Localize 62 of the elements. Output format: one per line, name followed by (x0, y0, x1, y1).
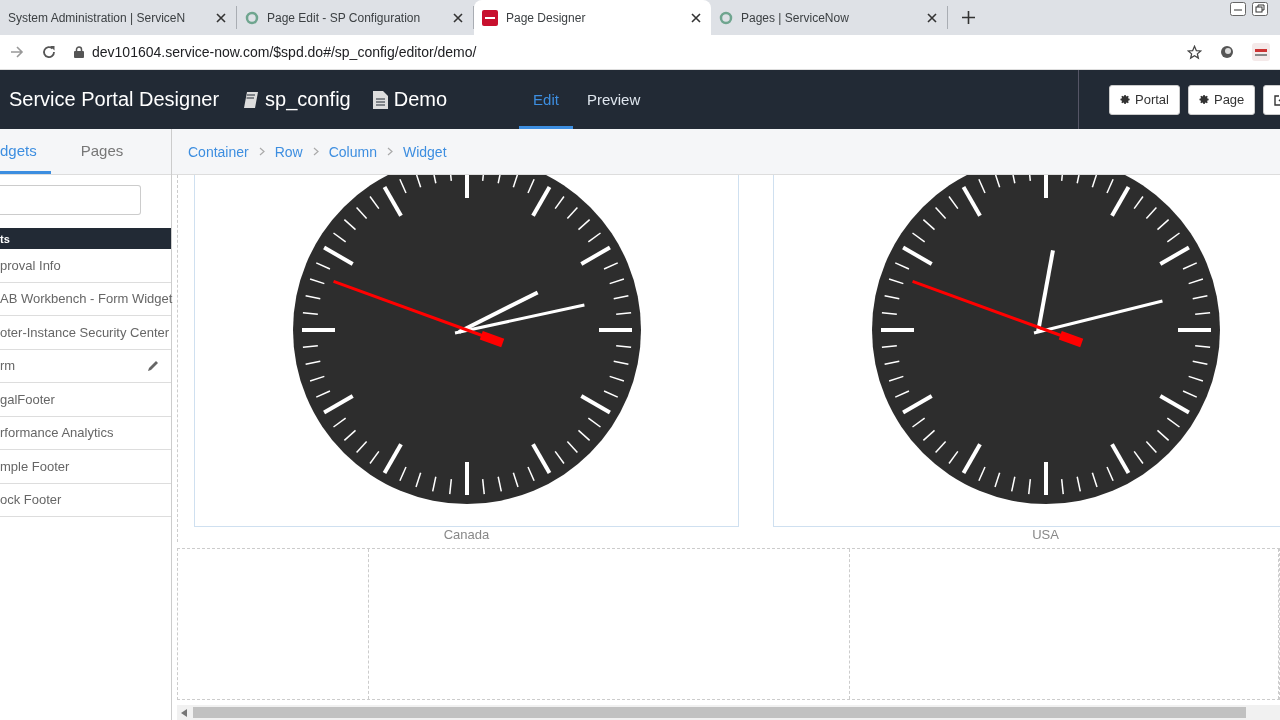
widget-card[interactable] (194, 175, 739, 527)
widget-list-item[interactable]: galFooter (0, 383, 171, 417)
gear-icon (1120, 94, 1131, 105)
portal-link[interactable]: sp_config (243, 88, 351, 111)
chevron-icon (386, 147, 393, 156)
page-link[interactable]: Demo (372, 88, 448, 111)
forward-icon[interactable] (10, 45, 24, 59)
sidebar-tab[interactable]: dgets (0, 129, 51, 174)
reload-icon[interactable] (42, 45, 56, 59)
breadcrumb-link[interactable]: Widget (402, 143, 447, 160)
settings-button[interactable]: Portal (1109, 84, 1180, 115)
widget-card[interactable] (773, 175, 1280, 527)
browser-tab[interactable]: System Administration | ServiceN (0, 6, 237, 29)
minimize-icon[interactable] (1230, 2, 1246, 16)
widget-name: AB Workbench - Form Widget (0, 291, 173, 307)
scroll-left-icon[interactable] (181, 708, 187, 717)
clock-label: Canada (443, 527, 490, 542)
widget-list-item[interactable]: rformance Analytics (0, 416, 171, 450)
widget-name: proval Info (0, 257, 61, 273)
browser-tab[interactable]: Pages | ServiceNow (711, 6, 948, 29)
browser-tab[interactable]: Page Designer (474, 0, 711, 35)
sidebar-tab[interactable]: Pages (66, 129, 138, 174)
settings-button[interactable]: Page (1187, 84, 1256, 115)
widget-name: ock Footer (0, 492, 62, 508)
widget-list-item[interactable]: ock Footer (0, 483, 171, 517)
close-icon[interactable] (453, 12, 463, 23)
extension-icon[interactable] (1220, 45, 1234, 59)
widget-name: galFooter (0, 391, 55, 407)
widget-name: oter-Instance Security Center (0, 324, 170, 340)
widget-list-item[interactable]: mple Footer (0, 450, 171, 484)
extension-icon[interactable] (1252, 43, 1270, 61)
close-icon[interactable] (216, 12, 226, 23)
widget-name: rm (0, 358, 16, 374)
mode-tab[interactable]: Preview (572, 70, 655, 129)
close-icon[interactable] (691, 12, 701, 23)
lock-icon (74, 46, 84, 58)
widget-name: mple Footer (0, 458, 70, 474)
breadcrumb-link[interactable]: Row (274, 143, 303, 160)
clock-label: USA (1032, 527, 1059, 542)
widget-list-item[interactable]: AB Workbench - Form Widget (0, 282, 171, 316)
logo-icon (482, 9, 498, 26)
search-field[interactable] (0, 185, 141, 215)
widget-list-item[interactable]: proval Info (0, 249, 171, 283)
document-icon (372, 90, 388, 109)
star-icon[interactable] (1187, 44, 1202, 60)
scrollbar-thumb[interactable] (193, 707, 1246, 718)
app-title: Service Portal Designer (8, 88, 220, 111)
chevron-icon (258, 147, 265, 156)
pencil-icon[interactable] (147, 359, 159, 372)
breadcrumb-link[interactable]: Column (328, 143, 377, 160)
close-icon[interactable] (927, 12, 937, 23)
plus-icon[interactable] (961, 11, 975, 24)
url-text[interactable]: dev101604.service-now.com/$spd.do#/sp_config/editor/demo/ (92, 44, 477, 60)
widget-name: rformance Analytics (0, 425, 114, 441)
restore-icon[interactable] (1252, 2, 1268, 16)
widget-list-item[interactable]: rm (0, 349, 171, 383)
breadcrumb-link[interactable]: Container (188, 143, 249, 160)
chevron-icon (312, 147, 319, 156)
section-header: ts (0, 228, 171, 249)
book-icon (243, 90, 260, 109)
gear-icon (1198, 94, 1210, 105)
widget-list-item[interactable]: oter-Instance Security Center (0, 316, 171, 350)
